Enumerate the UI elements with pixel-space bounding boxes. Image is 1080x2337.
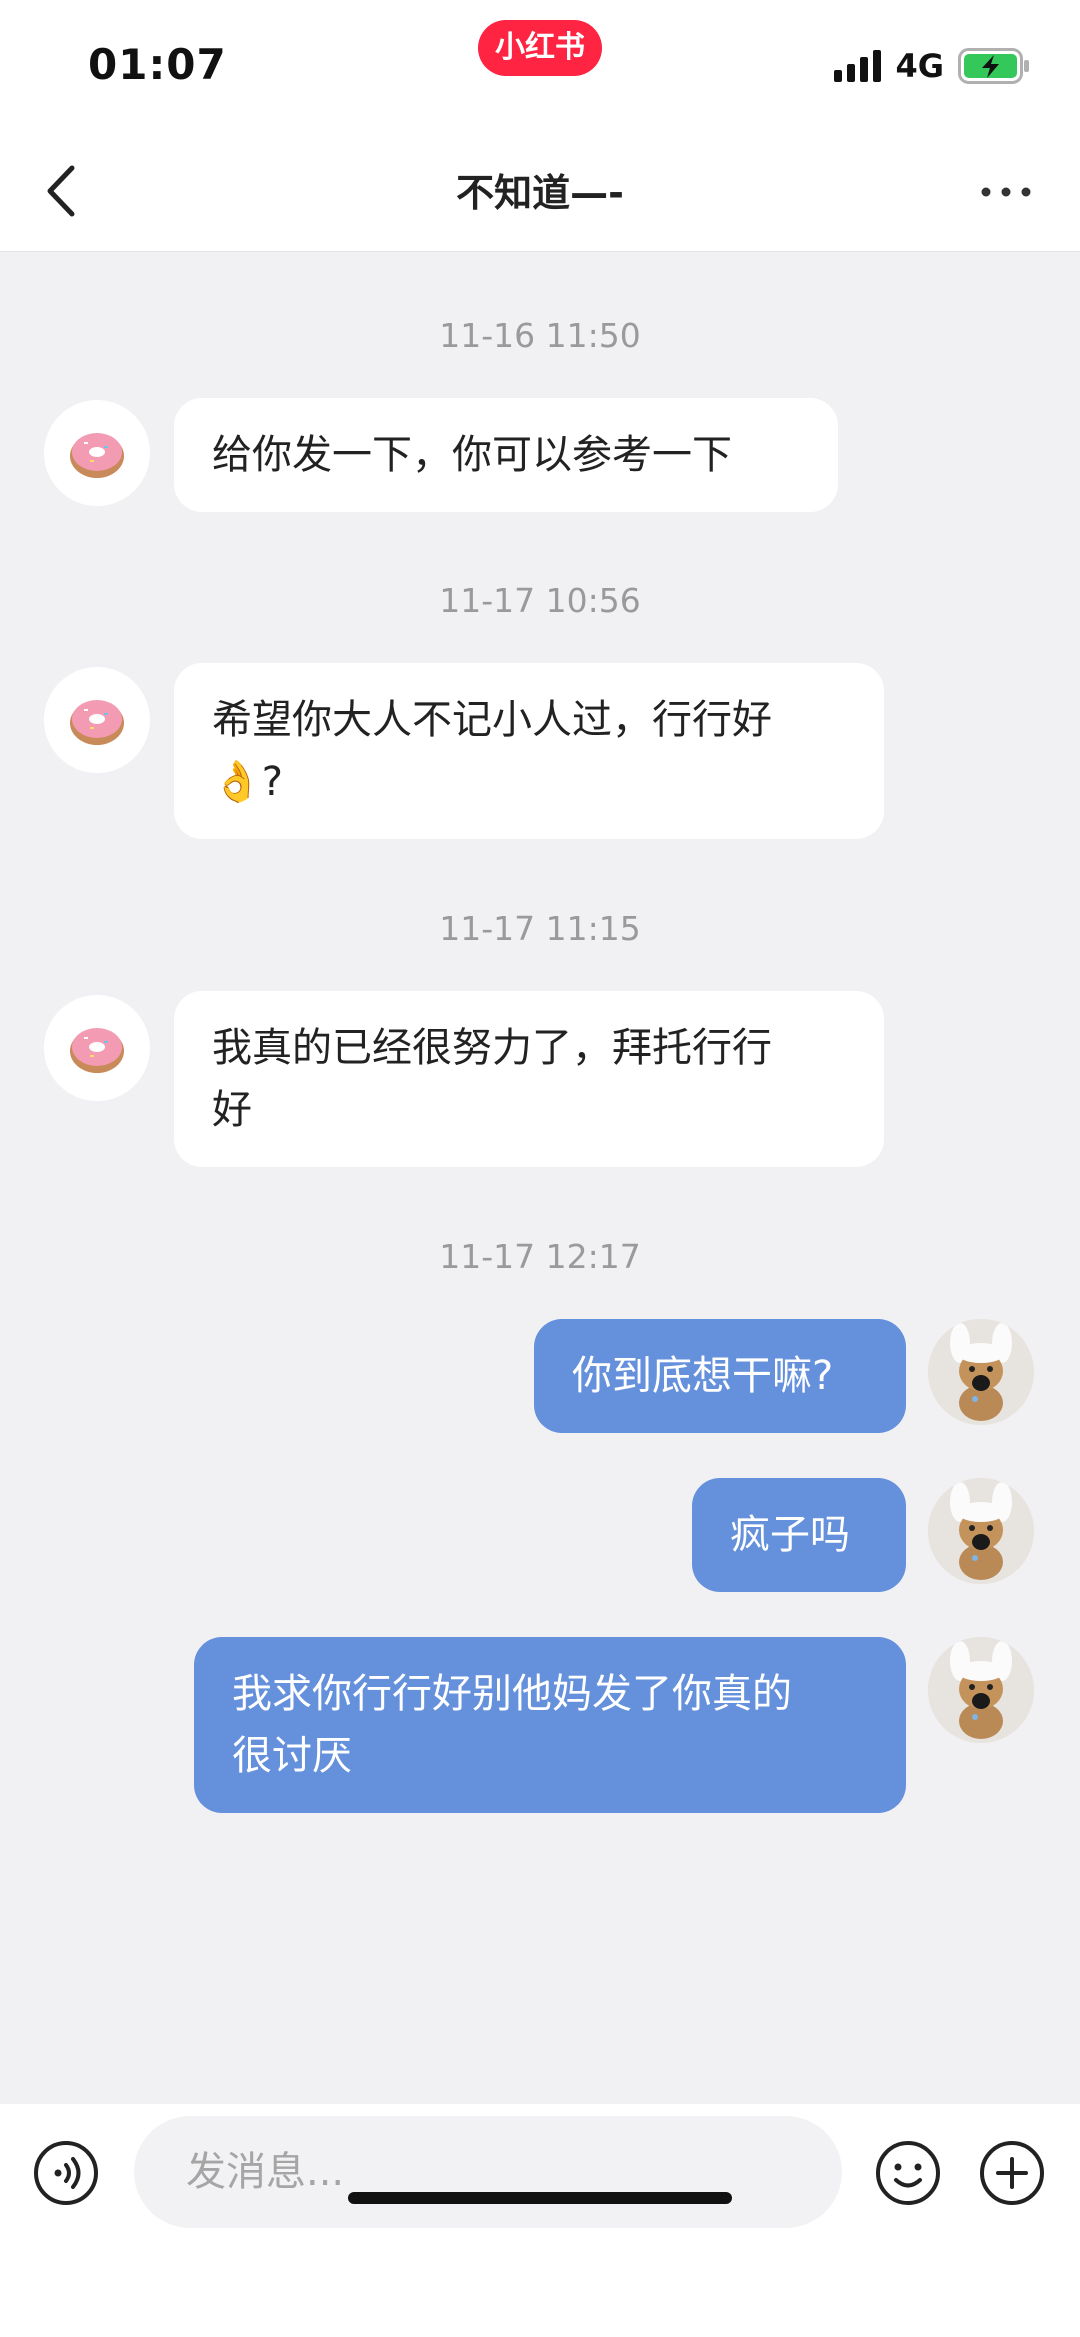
network-type: 4G [895, 47, 944, 85]
message-bubble-outgoing[interactable]: 疯子吗 [692, 1478, 906, 1592]
my-avatar[interactable] [928, 1319, 1034, 1425]
message-timestamp: 11-17 10:56 [439, 581, 641, 620]
top-bar: 01:07 小红书 4G 不知道—- [0, 0, 1080, 252]
message-input-bar [0, 2104, 1080, 2337]
contact-avatar[interactable] [44, 667, 150, 773]
message-text: 很讨厌 [232, 1733, 352, 1779]
contact-avatar[interactable] [44, 995, 150, 1101]
message-text: 我求你行行好别他妈发了你真的 [232, 1671, 792, 1717]
message-bubble-incoming[interactable]: 给你发一下，你可以参考一下 [174, 398, 838, 512]
battery-icon [958, 48, 1029, 84]
status-indicators: 4G [834, 46, 1030, 86]
puppy-avatar [928, 1319, 1034, 1425]
message-text: 疯子吗 [730, 1512, 850, 1558]
home-indicator [348, 2192, 732, 2204]
donut-icon [70, 1028, 124, 1073]
message-bubble-outgoing[interactable]: 你到底想干嘛? [534, 1319, 906, 1433]
puppy-avatar [928, 1478, 1034, 1584]
message-bubble-outgoing[interactable]: 我求你行行好别他妈发了你真的 很讨厌 [194, 1637, 906, 1813]
contact-avatar[interactable] [44, 400, 150, 506]
message-bubble-incoming[interactable]: 我真的已经很努力了，拜托行行 好 [174, 991, 884, 1167]
message-text: 👌? [212, 759, 284, 805]
message-text: 给你发一下，你可以参考一下 [212, 432, 732, 478]
signal-icon [834, 50, 882, 82]
message-text: 你到底想干嘛? [572, 1353, 834, 1399]
message-text: 好 [212, 1087, 252, 1133]
status-time: 01:07 [88, 40, 227, 89]
app-badge: 小红书 [478, 20, 602, 76]
message-bubble-incoming[interactable]: 希望你大人不记小人过，行行好 👌? [174, 663, 884, 839]
message-timestamp: 11-17 11:15 [439, 909, 641, 948]
donut-icon [70, 700, 124, 745]
voice-icon[interactable] [32, 2139, 100, 2207]
message-text: 希望你大人不记小人过，行行好 [212, 697, 772, 743]
message-timestamp: 11-17 12:17 [439, 1237, 641, 1276]
donut-icon [70, 433, 124, 478]
more-options-icon[interactable] [976, 172, 1036, 212]
emoji-icon[interactable] [874, 2139, 942, 2207]
my-avatar[interactable] [928, 1637, 1034, 1743]
message-text: 我真的已经很努力了，拜托行行 [212, 1025, 772, 1071]
plus-circle-icon[interactable] [978, 2139, 1046, 2207]
my-avatar[interactable] [928, 1478, 1034, 1584]
message-timestamp: 11-16 11:50 [439, 316, 641, 355]
message-input[interactable] [134, 2116, 842, 2228]
conversation-title: 不知道—- [456, 171, 624, 215]
puppy-avatar [928, 1637, 1034, 1743]
